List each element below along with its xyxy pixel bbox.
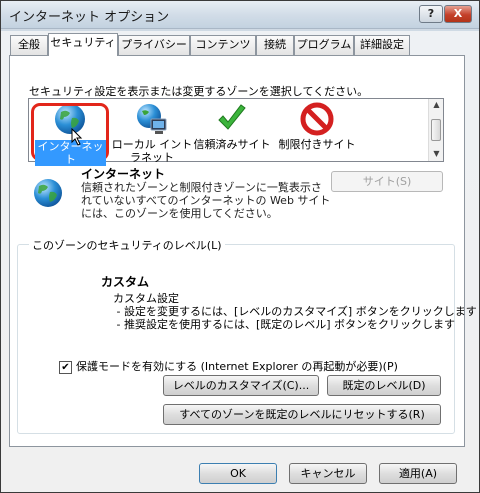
close-button[interactable]: X (444, 5, 472, 23)
protected-mode-label: 保護モードを有効にする (Internet Explorer の再起動が必要)(… (76, 360, 398, 373)
zone-internet[interactable]: インターネット (29, 102, 111, 166)
tab-programs[interactable]: プログラム (294, 35, 354, 55)
zone-list-scrollbar[interactable]: ▲ ▼ (428, 99, 443, 161)
title-bar: インターネット オプション ? X (1, 1, 479, 29)
zone-local-intranet[interactable]: ローカル イントラネット (111, 102, 193, 164)
tab-general[interactable]: 全般 (10, 35, 48, 55)
scroll-up-icon[interactable]: ▲ (431, 100, 442, 111)
protected-mode-row[interactable]: ✔ 保護モードを有効にする (Internet Explorer の再起動が必要)… (59, 358, 398, 374)
help-button[interactable]: ? (419, 5, 443, 23)
zone-list: インターネット ローカル イントラネット 信頼済みサイト 制限付きサイト ▲ ▼ (28, 98, 444, 166)
intranet-icon (137, 104, 167, 134)
zone-restricted-sites[interactable]: 制限付きサイト (273, 102, 361, 151)
prohibited-icon (300, 102, 334, 136)
internet-options-window: インターネット オプション ? X 全般 セキュリティ プライバシー コンテンツ… (0, 0, 480, 493)
default-level-button[interactable]: 既定のレベル(D) (327, 375, 441, 396)
apply-button[interactable]: 適用(A) (379, 463, 457, 484)
selected-zone-description: 信頼されたゾーンと制限付きゾーンに一覧表示されていないすべてのインターネットの … (81, 181, 331, 220)
custom-level-description: カスタム設定 - 設定を変更するには、[レベルのカスタマイズ] ボタンをクリック… (113, 292, 477, 331)
zone-label: 信頼済みサイト (193, 138, 271, 151)
cancel-button[interactable]: キャンセル (289, 463, 367, 484)
security-level-legend: このゾーンのセキュリティのレベル(L) (29, 237, 225, 253)
scroll-down-icon[interactable]: ▼ (431, 149, 442, 160)
sites-button[interactable]: サイト(S) (331, 171, 443, 192)
tab-security[interactable]: セキュリティ (48, 33, 118, 56)
zone-label: 制限付きサイト (278, 138, 356, 151)
tab-content[interactable]: コンテンツ (190, 35, 256, 55)
window-title: インターネット オプション (9, 10, 170, 25)
zone-instruction: セキュリティ設定を表示または変更するゾーンを選択してください。 (29, 85, 369, 98)
custom-level-title: カスタム (101, 275, 150, 289)
protected-mode-checkbox[interactable]: ✔ (59, 360, 72, 374)
selected-zone-globe-icon (34, 179, 62, 207)
selected-zone-title: インターネット (81, 167, 166, 181)
mouse-cursor-icon (71, 128, 83, 146)
scroll-thumb[interactable] (431, 119, 441, 141)
checkmark-icon (218, 104, 246, 130)
tab-advanced[interactable]: 詳細設定 (354, 35, 410, 55)
customize-level-button[interactable]: レベルのカスタマイズ(C)... (163, 375, 319, 396)
zone-label: ローカル イントラネット (111, 138, 193, 164)
zone-trusted-sites[interactable]: 信頼済みサイト (191, 102, 273, 151)
tab-connections[interactable]: 接続 (256, 35, 294, 55)
zone-selection-ring: インターネット (31, 103, 109, 166)
tab-privacy[interactable]: プライバシー (118, 35, 190, 55)
reset-all-zones-button[interactable]: すべてのゾーンを既定のレベルにリセットする(R) (163, 404, 441, 425)
ok-button[interactable]: OK (199, 463, 277, 484)
